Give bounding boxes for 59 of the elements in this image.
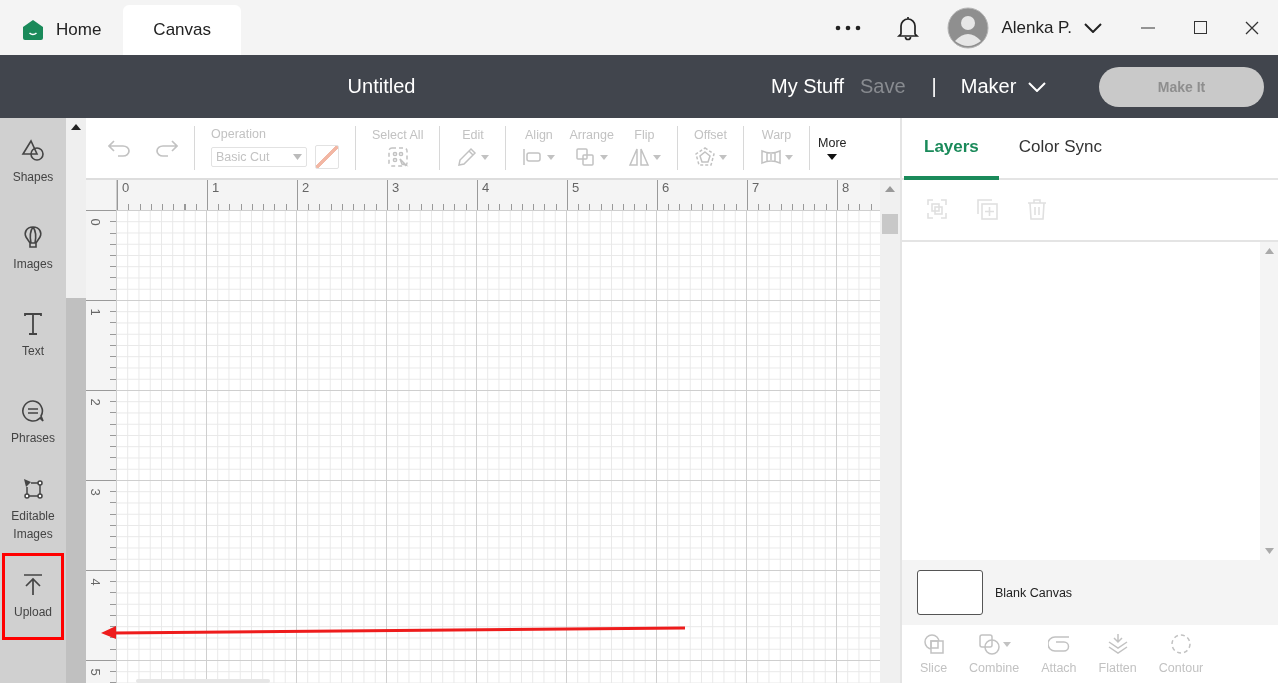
ruler-number: 0 — [88, 218, 103, 226]
pen-color-swatch[interactable] — [315, 145, 339, 169]
balloon-icon — [21, 224, 45, 249]
ruler-number: 1 — [88, 308, 103, 316]
caret-icon — [827, 154, 838, 160]
pencil-icon — [456, 146, 479, 168]
close-icon — [1245, 20, 1259, 35]
layer-name: Blank Canvas — [995, 585, 1073, 600]
ruler-number: 5 — [88, 668, 103, 676]
select-all-icon — [386, 146, 409, 168]
combine-shapes-icon — [977, 633, 1000, 655]
ruler-number: 3 — [88, 488, 103, 496]
ruler-number: 4 — [88, 578, 103, 586]
shapes-icon — [21, 137, 45, 162]
more-icon — [834, 23, 863, 32]
operation-label: Operation — [211, 127, 266, 141]
header-link[interactable]: My Stuff — [763, 75, 852, 98]
scroll-up-icon[interactable] — [71, 124, 81, 130]
vector-points-icon — [21, 476, 45, 501]
avatar-icon[interactable] — [947, 6, 990, 49]
user-name[interactable]: Alenka P. — [1001, 17, 1072, 38]
minimize-icon — [1141, 26, 1155, 29]
upload-icon — [21, 572, 45, 597]
sidebar-item[interactable]: Images — [0, 205, 66, 292]
chevron-down-icon — [1028, 81, 1047, 92]
scroll-down-icon[interactable] — [1264, 548, 1274, 554]
project-title: Untitled — [346, 75, 417, 98]
paperclip-icon — [1047, 633, 1070, 655]
sidebar-item[interactable]: Editable Images — [0, 466, 66, 553]
speech-bubble-icon — [21, 398, 45, 423]
scrollbar[interactable] — [66, 118, 86, 683]
pentagon-outline-icon — [693, 146, 716, 168]
sidebar-item[interactable]: Phrases — [0, 379, 66, 466]
scrollbar[interactable] — [880, 180, 900, 210]
notification-bell-icon[interactable] — [896, 14, 921, 41]
slice-icon — [922, 633, 945, 655]
maximize-icon — [1193, 21, 1207, 34]
scrollbar[interactable] — [1260, 242, 1278, 560]
scrollbar-thumb[interactable] — [882, 214, 898, 234]
ruler-number: 2 — [88, 398, 103, 406]
separator-text: | — [931, 75, 937, 98]
text-icon — [21, 311, 45, 336]
flip-icon — [627, 146, 650, 168]
panel-tab[interactable]: Layers — [904, 118, 999, 180]
more-options-button[interactable] — [834, 23, 863, 32]
dropdown-caret-icon — [293, 154, 302, 160]
app-tab[interactable]: Canvas — [123, 5, 241, 55]
flatten-icon — [1106, 633, 1129, 655]
panel-tab[interactable]: Color Sync — [998, 118, 1122, 180]
chevron-down-icon[interactable] — [1084, 22, 1102, 33]
sidebar-item[interactable]: Upload — [2, 553, 64, 640]
house-logo-icon — [22, 19, 44, 41]
canvas-thumbnail — [917, 570, 983, 615]
sidebar-item[interactable]: Text — [0, 292, 66, 379]
more-button[interactable]: More — [818, 136, 847, 160]
sidebar-item[interactable]: Shapes — [0, 118, 66, 205]
app-tab[interactable]: Home — [0, 5, 124, 55]
dashed-circle-icon — [1170, 633, 1192, 655]
machine-selector[interactable]: Maker — [954, 74, 1053, 99]
